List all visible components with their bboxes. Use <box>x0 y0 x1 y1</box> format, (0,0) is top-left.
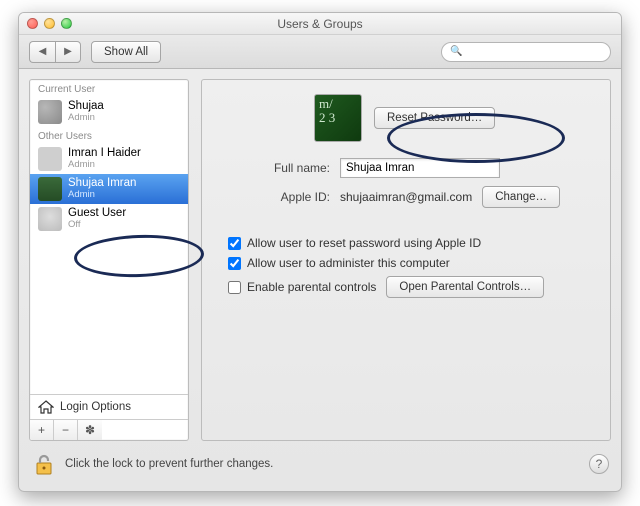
lock-text: Click the lock to prevent further change… <box>65 458 273 470</box>
change-appleid-button[interactable]: Change… <box>482 186 560 208</box>
add-remove-bar: + − ✽ <box>30 419 188 440</box>
login-options-row[interactable]: Login Options <box>30 394 188 419</box>
appleid-value: shujaaimran@gmail.com <box>340 190 472 204</box>
avatar-icon <box>38 100 62 124</box>
avatar-icon <box>38 177 62 201</box>
user-row-imran[interactable]: Imran I Haider Admin <box>30 144 188 174</box>
allow-reset-label: Allow user to reset password using Apple… <box>247 236 481 250</box>
allow-admin-label: Allow user to administer this computer <box>247 256 450 270</box>
user-name: Guest User <box>68 208 126 220</box>
avatar-icon <box>38 207 62 231</box>
section-current-user: Current User <box>30 80 188 97</box>
appleid-label: Apple ID: <box>218 190 330 204</box>
search-icon: 🔍 <box>450 46 462 57</box>
show-all-button[interactable]: Show All <box>91 41 161 63</box>
forward-button[interactable]: ▶ <box>55 41 81 63</box>
section-other-users: Other Users <box>30 127 188 144</box>
help-button[interactable]: ? <box>589 454 609 474</box>
open-parental-button[interactable]: Open Parental Controls… <box>386 276 544 298</box>
window-title: Users & Groups <box>19 17 621 31</box>
user-name: Shujaa Imran <box>68 178 136 190</box>
footer: Click the lock to prevent further change… <box>31 447 609 481</box>
action-menu-button[interactable]: ✽ <box>78 420 102 440</box>
prefs-window: Users & Groups ◀ ▶ Show All 🔍 Current Us… <box>18 12 622 492</box>
user-role: Off <box>68 220 126 230</box>
reset-password-button[interactable]: Reset Password… <box>374 107 495 129</box>
user-row-guest[interactable]: Guest User Off <box>30 204 188 234</box>
fullname-field[interactable] <box>340 158 500 178</box>
avatar-icon <box>38 147 62 171</box>
user-picture[interactable] <box>314 94 362 142</box>
search-input[interactable] <box>466 46 602 58</box>
nav-segment: ◀ ▶ <box>29 41 81 63</box>
house-icon <box>38 400 54 414</box>
parental-checkbox[interactable] <box>228 281 241 294</box>
user-role: Admin <box>68 190 136 200</box>
parental-label: Enable parental controls <box>247 280 376 294</box>
titlebar: Users & Groups <box>19 13 621 35</box>
user-row-shujaa-imran[interactable]: Shujaa Imran Admin <box>30 174 188 204</box>
user-sidebar: Current User Shujaa Admin Other Users Im… <box>29 79 189 441</box>
user-role: Admin <box>68 113 104 123</box>
user-name: Imran I Haider <box>68 148 141 160</box>
allow-reset-checkbox[interactable] <box>228 237 241 250</box>
lock-icon[interactable] <box>31 451 57 477</box>
back-button[interactable]: ◀ <box>29 41 55 63</box>
toolbar: ◀ ▶ Show All 🔍 <box>19 35 621 69</box>
user-role: Admin <box>68 160 141 170</box>
search-field[interactable]: 🔍 <box>441 42 611 62</box>
content-area: Current User Shujaa Admin Other Users Im… <box>29 79 611 441</box>
login-options-label: Login Options <box>60 401 131 413</box>
details-panel: Reset Password… Full name: Apple ID: shu… <box>201 79 611 441</box>
fullname-label: Full name: <box>218 161 330 175</box>
current-user-row[interactable]: Shujaa Admin <box>30 97 188 127</box>
remove-user-button[interactable]: − <box>54 420 78 440</box>
add-user-button[interactable]: + <box>30 420 54 440</box>
allow-admin-checkbox[interactable] <box>228 257 241 270</box>
user-name: Shujaa <box>68 101 104 113</box>
